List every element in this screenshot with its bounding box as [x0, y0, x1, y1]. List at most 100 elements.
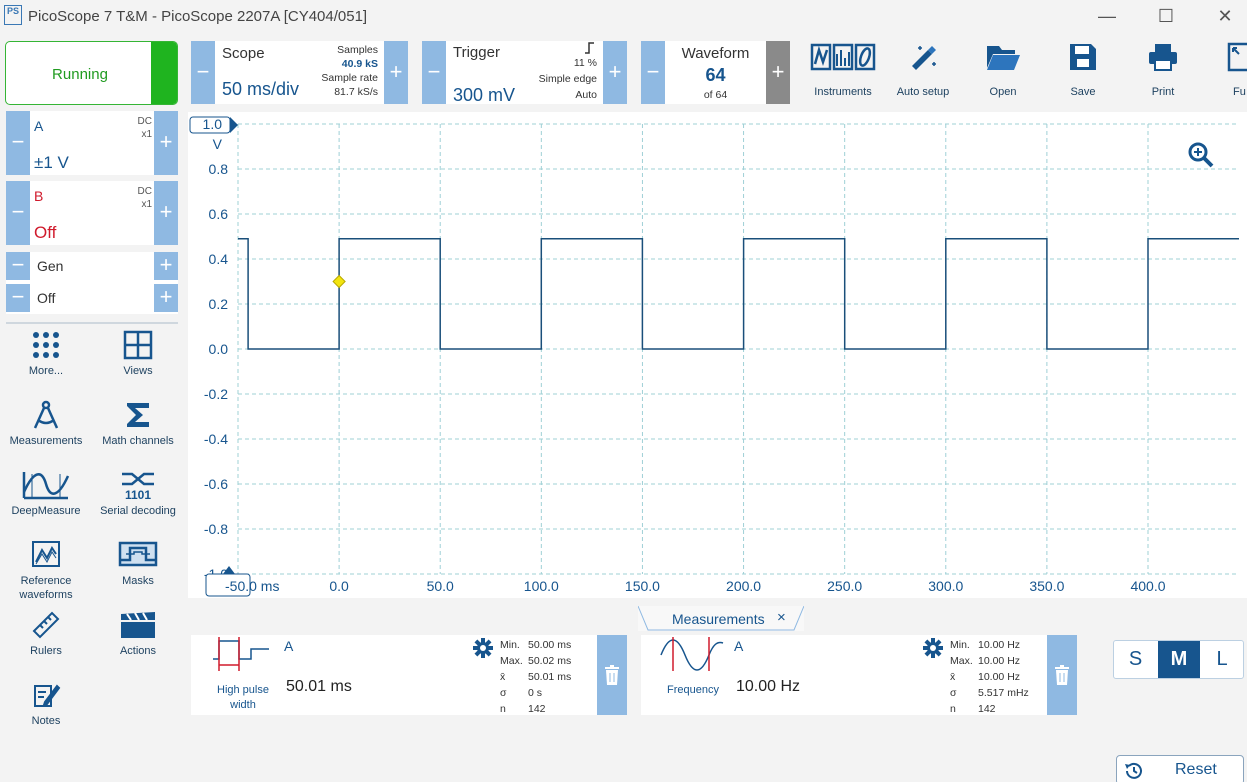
save-button[interactable]: Save [1043, 42, 1123, 98]
measurement-1-stats-labels: Min. Max. x̄ σ n [500, 637, 523, 717]
math-channels-button[interactable]: Math channels [92, 400, 184, 448]
generator-decrease[interactable]: − [6, 252, 30, 280]
generator-state-increase[interactable]: + [154, 284, 178, 312]
size-s-button[interactable]: S [1114, 641, 1157, 678]
delete-measurement-1-button[interactable] [597, 635, 627, 715]
measurements-tab[interactable]: Measurements × [638, 606, 804, 631]
notes-label: Notes [31, 715, 61, 727]
generator-state-decrease[interactable]: − [6, 284, 30, 312]
frequency-icon [660, 637, 724, 671]
trigger-panel: − Trigger 300 mV 11 % Simple edge Auto + [422, 41, 627, 106]
serial-decoding-button[interactable]: 1101 Serial decoding [92, 470, 184, 518]
stat-n-label: n [950, 703, 956, 715]
channel-b-range-decrease[interactable]: − [6, 181, 30, 245]
sigma-icon [127, 403, 149, 427]
auto-setup-icon [912, 46, 936, 70]
channel-a-range[interactable]: ±1 V [34, 153, 69, 173]
y-tick-label: 0.8 [209, 161, 229, 177]
clapperboard-icon [121, 612, 155, 638]
generator-state-row: − Off + [6, 284, 178, 314]
actions-button[interactable]: Actions [92, 610, 184, 658]
math-channels-label: Math channels [102, 435, 174, 447]
measurements-label: Measurements [9, 435, 83, 447]
trigger-level-increase[interactable]: + [603, 41, 627, 104]
masks-label: Masks [122, 575, 154, 587]
rulers-label: Rulers [30, 645, 62, 657]
y-tick-label: 0.0 [209, 341, 229, 357]
channel-b-probe: x1 [141, 199, 152, 210]
timebase-increase[interactable]: + [384, 41, 408, 104]
deepmeasure-button[interactable]: DeepMeasure [0, 470, 92, 518]
trigger-level[interactable]: 300 mV [453, 85, 515, 106]
views-button[interactable]: Views [92, 330, 184, 378]
x-tick-label: 50.0 [427, 578, 454, 594]
waveform-next[interactable]: + [766, 41, 790, 104]
measurement-2-stats-labels: Min. Max. x̄ σ n [950, 637, 973, 717]
open-label: Open [989, 86, 1017, 98]
masks-button[interactable]: Masks [92, 540, 184, 588]
trigger-level-decrease[interactable]: − [422, 41, 446, 104]
gear-icon[interactable] [472, 637, 494, 659]
print-icon [1149, 44, 1177, 71]
channel-b-range[interactable]: Off [34, 223, 56, 243]
scope-view[interactable]: 1.0V0.80.60.40.20.0-0.2-0.4-0.6-0.8-1.0 … [188, 112, 1247, 598]
measurement-1-stats-values: 50.00 ms 50.02 ms 50.01 ms 0 s 142 [528, 637, 571, 717]
measurements-tab-close[interactable]: × [777, 609, 786, 626]
rulers-button[interactable]: Rulers [0, 610, 92, 658]
measurement-card-high-pulse[interactable]: A High pulse width 50.01 ms Min. Max. x̄… [191, 635, 627, 715]
measurements-button[interactable]: Measurements [0, 400, 92, 448]
delete-measurement-2-button[interactable] [1047, 635, 1077, 715]
size-m-button[interactable]: M [1158, 641, 1200, 678]
trigger-info[interactable]: 11 % Simple edge Auto [539, 41, 597, 103]
zoom-icon[interactable] [1188, 142, 1214, 168]
run-status-bar [151, 42, 177, 104]
y-tick-label: 0.6 [209, 206, 229, 222]
waveform-plot[interactable]: 1.0V0.80.60.40.20.0-0.2-0.4-0.6-0.8-1.0 … [188, 112, 1247, 598]
print-button[interactable]: Print [1123, 42, 1203, 98]
generator-label[interactable]: Gen [37, 258, 63, 274]
timebase-value[interactable]: 50 ms/div [222, 79, 299, 100]
stat-n-value: 142 [978, 703, 996, 715]
channel-b-range-increase[interactable]: + [154, 181, 178, 245]
waveform-current[interactable]: 64 [665, 65, 766, 86]
waveform-previous[interactable]: − [641, 41, 665, 104]
channel-a-range-increase[interactable]: + [154, 111, 178, 175]
scope-sample-info[interactable]: Samples 40.9 kS Sample rate 81.7 kS/s [321, 43, 378, 99]
gear-icon[interactable] [922, 637, 944, 659]
channel-a-range-decrease[interactable]: − [6, 111, 30, 175]
samples-value: 40.9 kS [341, 58, 378, 70]
reference-waveforms-button[interactable]: Reference waveforms [0, 540, 92, 602]
save-label: Save [1070, 86, 1096, 98]
sidebar-divider [6, 322, 178, 324]
notes-button[interactable]: Notes [0, 680, 92, 728]
channel-a-panel: − A DC x1 ±1 V + [6, 111, 178, 175]
generator-state[interactable]: Off [37, 290, 55, 306]
instruments-icon [810, 43, 876, 71]
y-tick-label: 0.4 [209, 251, 229, 267]
x-tick-label: 250.0 [827, 578, 862, 594]
generator-increase[interactable]: + [154, 252, 178, 280]
maximize-button[interactable]: ☐ [1137, 0, 1195, 32]
full-screen-button[interactable]: Fu [1203, 42, 1247, 98]
open-button[interactable]: Open [963, 42, 1043, 98]
channel-b-name[interactable]: B [34, 188, 43, 204]
run-stop-button[interactable]: Running [5, 41, 178, 105]
instruments-button[interactable]: Instruments [803, 42, 883, 98]
close-button[interactable]: ✕ [1196, 0, 1247, 32]
size-l-button[interactable]: L [1201, 641, 1243, 678]
rising-edge-icon [585, 42, 594, 54]
waveform-count: of 64 [703, 89, 728, 101]
channel-a-name[interactable]: A [34, 118, 43, 134]
measurement-card-frequency[interactable]: A Frequency 10.00 Hz Min. Max. x̄ σ n 10… [641, 635, 1077, 715]
deepmeasure-icon [22, 472, 70, 500]
reset-button[interactable]: Reset [1116, 755, 1244, 782]
more-button[interactable]: More... [0, 330, 92, 378]
minimize-button[interactable]: — [1078, 0, 1136, 32]
reference-waveforms-label: Reference waveforms [19, 575, 73, 601]
channel-a-coupling[interactable]: DC x1 [138, 115, 152, 141]
channel-a-trace [238, 238, 1239, 350]
channel-b-coupling[interactable]: DC x1 [138, 185, 152, 211]
timebase-decrease[interactable]: − [191, 41, 215, 104]
auto-setup-button[interactable]: Auto setup [883, 42, 963, 98]
x-tick-label: 200.0 [726, 578, 761, 594]
